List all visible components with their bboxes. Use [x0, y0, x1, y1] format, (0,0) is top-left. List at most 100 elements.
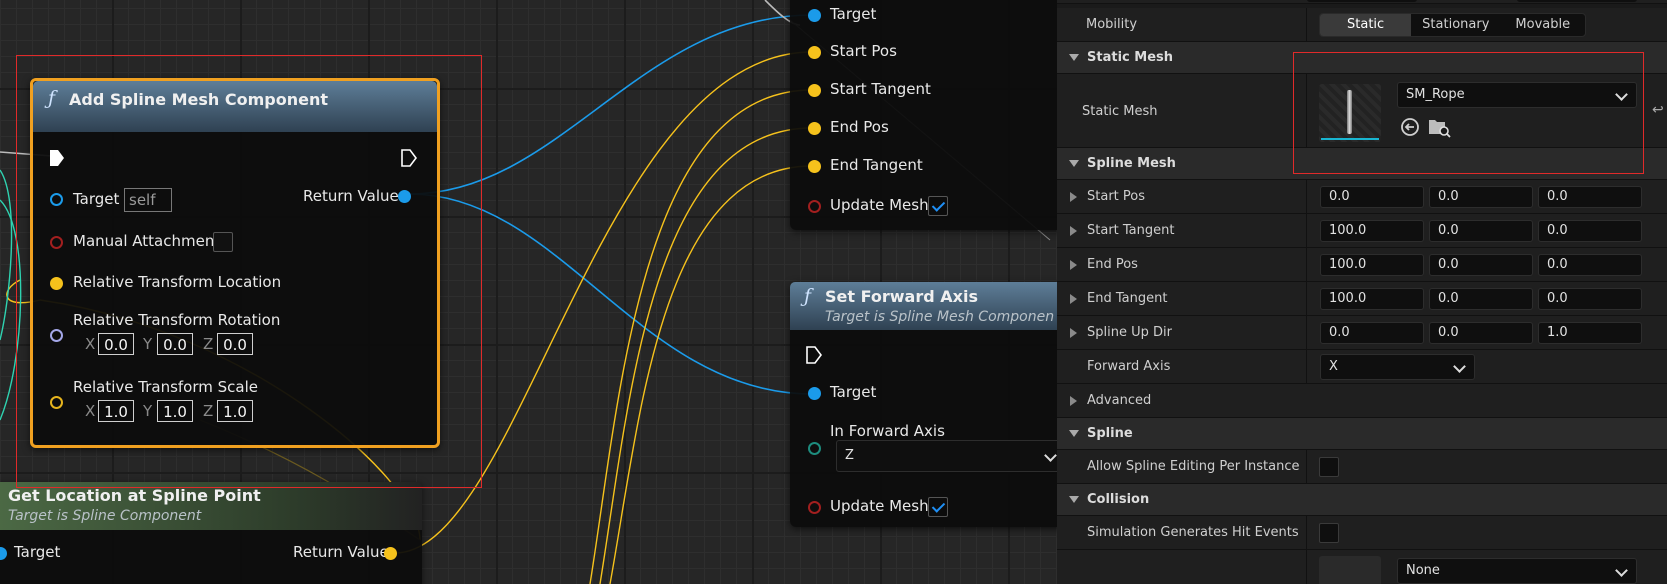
- expand-arrow-icon[interactable]: [1070, 328, 1077, 338]
- profile-thumbnail[interactable]: [1319, 556, 1381, 584]
- rotation-y-field[interactable]: 0.0: [157, 333, 193, 355]
- return-value-pin[interactable]: [398, 190, 411, 203]
- rotation-z-field[interactable]: 0.0: [217, 333, 253, 355]
- update-mesh-checkbox[interactable]: [928, 196, 948, 216]
- end-tangent-pin[interactable]: [808, 160, 821, 173]
- exec-in-icon[interactable]: [49, 149, 65, 167]
- top-partial-row: [1057, 0, 1667, 4]
- rel-scale-pin[interactable]: [50, 396, 63, 409]
- forward-axis-dropdown[interactable]: Z: [836, 440, 1057, 472]
- manual-attachment-checkbox[interactable]: [213, 232, 233, 252]
- advanced-row[interactable]: Advanced: [1057, 384, 1667, 418]
- mesh-thumbnail[interactable]: [1319, 84, 1381, 142]
- mobility-stationary[interactable]: Stationary: [1411, 14, 1500, 36]
- target-pin[interactable]: [808, 9, 821, 22]
- spline-up-dir-z[interactable]: 1.0: [1538, 322, 1642, 344]
- sim-hit-events-checkbox[interactable]: [1319, 523, 1339, 543]
- collapse-arrow-icon[interactable]: [1069, 160, 1079, 167]
- function-icon: ƒ: [48, 87, 56, 109]
- allow-spline-editing-row: Allow Spline Editing Per Instance: [1057, 450, 1667, 484]
- end-pos-x[interactable]: 100.0: [1320, 254, 1424, 276]
- spline-category[interactable]: Spline: [1057, 418, 1667, 450]
- start-tangent-x[interactable]: 100.0: [1320, 220, 1424, 242]
- mobility-movable[interactable]: Movable: [1500, 14, 1585, 36]
- collapse-arrow-icon[interactable]: [1069, 496, 1079, 503]
- end-pos-label: End Pos: [830, 118, 889, 136]
- update-mesh-pin[interactable]: [808, 200, 821, 213]
- get-location-node[interactable]: Get Location at Spline Point Target is S…: [0, 482, 422, 584]
- expand-arrow-icon[interactable]: [1070, 226, 1077, 236]
- chevron-down-icon: [1044, 449, 1057, 462]
- start-pos-pin[interactable]: [808, 46, 821, 59]
- forward-axis-dropdown[interactable]: X: [1320, 354, 1475, 380]
- set-start-end-node[interactable]: Target Start Pos Start Tangent End Pos E…: [790, 0, 1057, 230]
- static-mesh-category[interactable]: Static Mesh: [1057, 42, 1667, 74]
- column-divider: [1306, 282, 1307, 315]
- start-pos-y[interactable]: 0.0: [1429, 186, 1533, 208]
- static-mesh-row: Static Mesh SM_Rope ↩: [1057, 74, 1667, 148]
- column-divider: [1306, 550, 1307, 584]
- start-tangent-z[interactable]: 0.0: [1538, 220, 1642, 242]
- expand-arrow-icon[interactable]: [1070, 396, 1077, 406]
- end-pos-y[interactable]: 0.0: [1429, 254, 1533, 276]
- static-mesh-asset-picker[interactable]: SM_Rope: [1397, 82, 1637, 108]
- expand-arrow-icon[interactable]: [1070, 260, 1077, 270]
- scale-x-field[interactable]: 1.0: [98, 400, 134, 422]
- spline-up-dir-row: Spline Up Dir 0.0 0.0 1.0: [1057, 316, 1667, 350]
- forward-axis-value: X: [1329, 359, 1338, 374]
- spline-up-dir-y[interactable]: 0.0: [1429, 322, 1533, 344]
- scale-z-label: Z: [203, 402, 214, 420]
- wire-end-tangent: [609, 165, 813, 584]
- start-pos-x[interactable]: 0.0: [1320, 186, 1424, 208]
- rel-location-label: Relative Transform Location: [73, 273, 282, 291]
- start-tangent-y[interactable]: 0.0: [1429, 220, 1533, 242]
- expand-arrow-icon[interactable]: [1070, 294, 1077, 304]
- update-mesh-label: Update Mesh: [830, 497, 929, 515]
- node-title: Get Location at Spline Point: [8, 486, 261, 505]
- reset-arrow-icon[interactable]: ↩: [1652, 102, 1664, 118]
- scale-y-field[interactable]: 1.0: [157, 400, 193, 422]
- set-forward-axis-node[interactable]: ƒ Set Forward Axis Target is Spline Mesh…: [790, 282, 1057, 527]
- update-mesh-pin[interactable]: [808, 501, 821, 514]
- collapse-arrow-icon[interactable]: [1069, 54, 1079, 61]
- scale-z-field[interactable]: 1.0: [217, 400, 253, 422]
- rel-rotation-pin[interactable]: [50, 329, 63, 342]
- rope-icon: [1347, 90, 1352, 134]
- target-pin[interactable]: [50, 193, 63, 206]
- allow-spline-editing-checkbox[interactable]: [1319, 457, 1339, 477]
- exec-out-icon[interactable]: [401, 149, 417, 167]
- add-spline-mesh-node[interactable]: ƒ Add Spline Mesh Component Target self …: [30, 78, 440, 448]
- target-pin[interactable]: [808, 387, 821, 400]
- manual-attachment-pin[interactable]: [50, 236, 63, 249]
- collision-category[interactable]: Collision: [1057, 484, 1667, 516]
- browse-asset-icon[interactable]: [1427, 116, 1451, 138]
- end-pos-z[interactable]: 0.0: [1538, 254, 1642, 276]
- rel-location-pin[interactable]: [50, 277, 63, 290]
- expand-arrow-icon[interactable]: [1070, 192, 1077, 202]
- end-tangent-z[interactable]: 0.0: [1538, 288, 1642, 310]
- rotation-y-label: Y: [143, 335, 153, 353]
- target-default-field[interactable]: self: [124, 188, 172, 212]
- mobility-toggle[interactable]: Static Stationary Movable: [1319, 13, 1587, 37]
- spline-up-dir-x[interactable]: 0.0: [1320, 322, 1424, 344]
- end-tangent-y[interactable]: 0.0: [1429, 288, 1533, 310]
- end-tangent-label: End Tangent: [1087, 291, 1168, 306]
- return-value-pin[interactable]: [384, 547, 397, 560]
- spline-mesh-category[interactable]: Spline Mesh: [1057, 148, 1667, 180]
- collision-profile-dropdown[interactable]: None: [1397, 558, 1637, 584]
- target-pin[interactable]: [0, 547, 7, 560]
- start-pos-z[interactable]: 0.0: [1538, 186, 1642, 208]
- start-tangent-pin[interactable]: [808, 84, 821, 97]
- end-pos-pin[interactable]: [808, 122, 821, 135]
- exec-in-icon[interactable]: [806, 346, 822, 364]
- function-icon: ƒ: [804, 285, 812, 307]
- use-selected-asset-icon[interactable]: [1399, 116, 1421, 138]
- collapse-arrow-icon[interactable]: [1069, 430, 1079, 437]
- forward-axis-pin[interactable]: [808, 442, 821, 455]
- update-mesh-checkbox[interactable]: [928, 497, 948, 517]
- column-divider: [1306, 316, 1307, 349]
- mobility-static[interactable]: Static: [1320, 14, 1412, 36]
- rotation-x-field[interactable]: 0.0: [98, 333, 134, 355]
- end-tangent-x[interactable]: 100.0: [1320, 288, 1424, 310]
- blueprint-graph[interactable]: Get Location at Spline Point Target is S…: [0, 0, 1057, 584]
